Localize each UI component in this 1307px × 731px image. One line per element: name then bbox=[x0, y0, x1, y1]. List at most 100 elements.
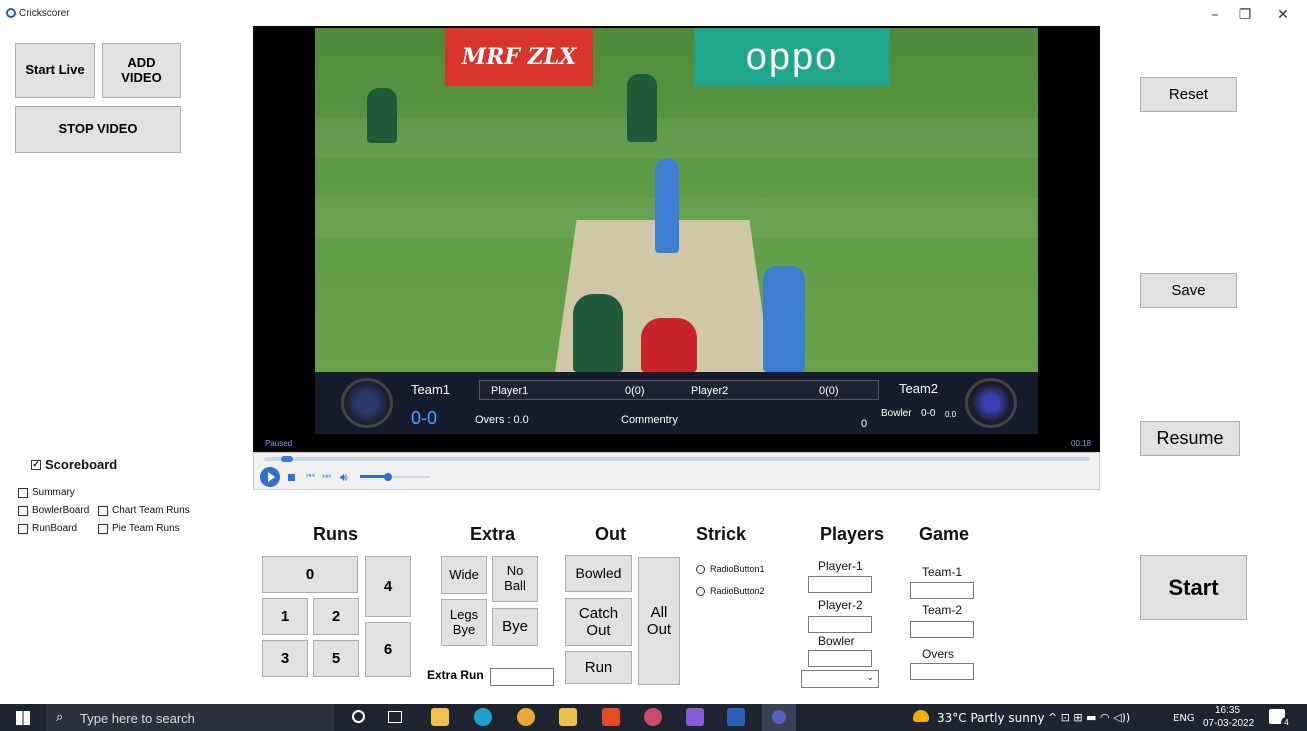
ad-board-mrf: MRF ZLX bbox=[445, 28, 593, 86]
run-out-button[interactable]: Run bbox=[565, 651, 632, 684]
team-2-input[interactable] bbox=[910, 621, 974, 638]
taskbar-search[interactable]: ⌕ Type here to search bbox=[46, 704, 334, 731]
radio-button-1[interactable]: RadioButton1 bbox=[696, 564, 765, 574]
add-video-button[interactable]: ADD VIDEO bbox=[102, 43, 181, 98]
close-button[interactable]: ✕ bbox=[1260, 0, 1306, 30]
stop-video-button[interactable]: STOP VIDEO bbox=[15, 106, 181, 153]
batsman-figure bbox=[655, 158, 679, 253]
tray-icons[interactable]: ^ ⊡ ⊞ ▬ ◠ ◁)) bbox=[1048, 711, 1130, 724]
extra-run-input[interactable] bbox=[490, 668, 554, 686]
resume-button[interactable]: Resume bbox=[1140, 421, 1240, 456]
checkbox-box bbox=[98, 505, 108, 516]
team2-logo bbox=[965, 378, 1017, 428]
run-3-button[interactable]: 3 bbox=[262, 640, 308, 677]
video-player[interactable]: MRF ZLX oppo Team1 0-0 Player1 0(0) Play… bbox=[253, 26, 1100, 452]
clock-date[interactable]: 07-03-2022 bbox=[1203, 718, 1254, 729]
word-icon[interactable] bbox=[727, 708, 745, 726]
pie-team-runs-checkbox[interactable]: Pie Team Runs bbox=[98, 523, 180, 534]
task-view-icon[interactable] bbox=[388, 711, 402, 723]
seek-track[interactable] bbox=[264, 457, 1090, 461]
bowler-overs: 0.0 bbox=[945, 410, 957, 419]
stop-icon[interactable] bbox=[288, 474, 295, 481]
office-icon[interactable] bbox=[602, 708, 620, 726]
bowlerboard-label: BowlerBoard bbox=[32, 505, 90, 516]
chart-team-runs-checkbox[interactable]: Chart Team Runs bbox=[98, 505, 190, 516]
summary-checkbox[interactable]: Summary bbox=[18, 487, 75, 498]
crickscorer-taskbar-icon bbox=[772, 710, 786, 724]
extra-zero: 0 bbox=[861, 418, 868, 430]
video-controls: ⏮ ⏭ 🔊︎ bbox=[253, 452, 1100, 490]
play-icon[interactable] bbox=[260, 467, 280, 487]
strick-header: Strick bbox=[696, 524, 747, 544]
extra-header: Extra bbox=[470, 524, 516, 544]
radio-button-2[interactable]: RadioButton2 bbox=[696, 586, 765, 596]
wide-button[interactable]: Wide bbox=[441, 556, 487, 594]
video-frame: MRF ZLX oppo bbox=[315, 28, 1038, 372]
fielder-figure bbox=[367, 88, 397, 143]
volume-thumb[interactable] bbox=[384, 473, 392, 481]
bye-button[interactable]: Bye bbox=[492, 608, 538, 646]
run-4-button[interactable]: 4 bbox=[365, 556, 411, 617]
team-1-input[interactable] bbox=[910, 582, 974, 599]
run-1-button[interactable]: 1 bbox=[262, 598, 308, 635]
active-app-highlight[interactable] bbox=[762, 704, 796, 731]
bowler-field-label: Bowler bbox=[818, 634, 855, 648]
players-header: Players bbox=[820, 524, 885, 544]
run-6-button[interactable]: 6 bbox=[365, 622, 411, 677]
game-header: Game bbox=[919, 524, 970, 544]
bowlerboard-checkbox[interactable]: BowlerBoard bbox=[18, 505, 89, 516]
chrome-icon[interactable] bbox=[517, 708, 535, 726]
runboard-label: RunBoard bbox=[32, 523, 78, 534]
checkbox-box bbox=[18, 523, 28, 534]
scoreboard-checkbox[interactable]: ✓ Scoreboard bbox=[31, 457, 117, 472]
run-0-button[interactable]: 0 bbox=[262, 556, 358, 593]
calculator-icon[interactable] bbox=[559, 708, 577, 726]
bowled-button[interactable]: Bowled bbox=[565, 555, 632, 592]
cortana-icon[interactable] bbox=[352, 710, 365, 723]
overs-input[interactable] bbox=[910, 663, 974, 680]
out-header: Out bbox=[595, 524, 626, 544]
windows-start-icon[interactable] bbox=[16, 711, 30, 725]
ad-board-oppo: oppo bbox=[694, 28, 890, 86]
file-explorer-icon[interactable] bbox=[431, 708, 449, 726]
search-placeholder: Type here to search bbox=[80, 711, 195, 726]
language-indicator[interactable]: ENG bbox=[1173, 713, 1195, 724]
checkbox-box bbox=[18, 505, 28, 516]
start-button[interactable]: Start bbox=[1140, 555, 1247, 620]
scoreboard-label: Scoreboard bbox=[45, 457, 118, 472]
player-1-input[interactable] bbox=[808, 576, 872, 593]
summary-label: Summary bbox=[32, 487, 75, 498]
visual-studio-icon[interactable] bbox=[686, 708, 704, 726]
clock-time[interactable]: 16:35 bbox=[1215, 705, 1240, 716]
run-5-button[interactable]: 5 bbox=[313, 640, 359, 677]
player-2-label: Player-2 bbox=[818, 598, 863, 612]
weather-text[interactable]: 33°C Partly sunny bbox=[937, 711, 1045, 725]
window-title: Crickscorer bbox=[19, 8, 70, 19]
radio-button-2-label: RadioButton2 bbox=[710, 586, 765, 596]
all-out-button[interactable]: All Out bbox=[638, 557, 680, 685]
bowler-input[interactable] bbox=[808, 650, 872, 667]
legs-bye-button[interactable]: Legs Bye bbox=[441, 599, 487, 646]
previous-icon[interactable]: ⏮ bbox=[306, 471, 315, 482]
no-ball-button[interactable]: No Ball bbox=[492, 556, 538, 602]
seek-thumb[interactable] bbox=[280, 456, 293, 462]
player-2-input[interactable] bbox=[808, 616, 872, 633]
pie-team-runs-label: Pie Team Runs bbox=[112, 523, 180, 534]
bowler-figure bbox=[573, 294, 623, 372]
save-button[interactable]: Save bbox=[1140, 273, 1237, 308]
volume-icon[interactable]: 🔊︎ bbox=[340, 470, 348, 485]
next-icon[interactable]: ⏭ bbox=[322, 471, 331, 482]
edge-icon[interactable] bbox=[474, 708, 492, 726]
runboard-checkbox[interactable]: RunBoard bbox=[18, 523, 77, 534]
bowler-dropdown[interactable]: ⌄ bbox=[801, 670, 879, 688]
team1-logo bbox=[341, 378, 393, 428]
start-live-button[interactable]: Start Live bbox=[15, 43, 95, 98]
player2-name: Player2 bbox=[691, 385, 729, 397]
chevron-down-icon: ⌄ bbox=[866, 672, 874, 682]
app-icon bbox=[6, 8, 16, 18]
catch-out-button[interactable]: Catch Out bbox=[565, 598, 632, 646]
app-icon-bird[interactable] bbox=[644, 708, 662, 726]
reset-button[interactable]: Reset bbox=[1140, 77, 1237, 112]
run-2-button[interactable]: 2 bbox=[313, 598, 359, 635]
bowler-figures: 0-0 bbox=[921, 408, 936, 419]
